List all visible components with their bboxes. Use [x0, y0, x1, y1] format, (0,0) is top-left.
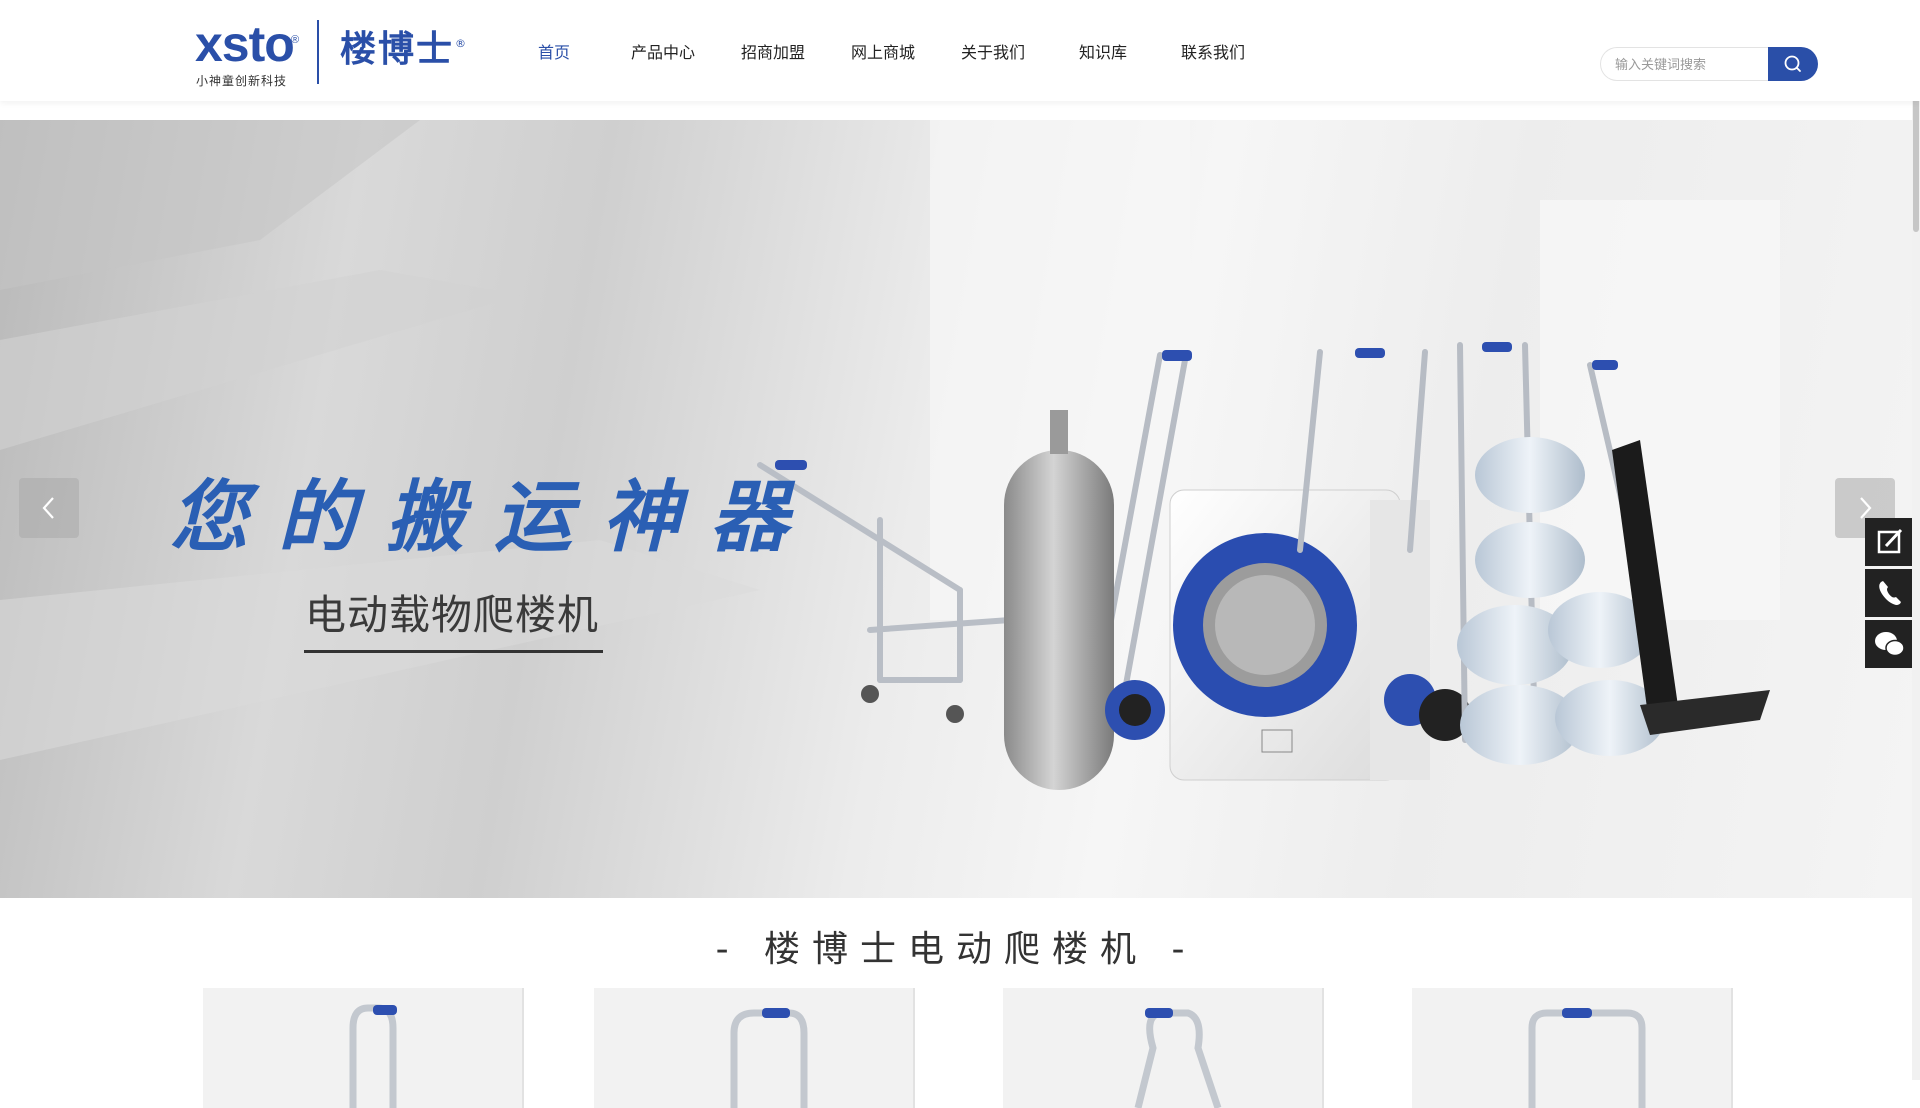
side-tool-phone[interactable]	[1865, 569, 1915, 617]
hero-banner: 您的搬运神器 电动载物爬楼机	[0, 120, 1912, 898]
phone-icon	[1879, 581, 1901, 605]
banner-subtitle: 电动载物爬楼机	[305, 591, 599, 639]
nav-item-franchise[interactable]: 招商加盟	[741, 39, 851, 63]
site-logo[interactable]: xsto ® 小神童创新科技 楼博士 ®	[195, 16, 469, 88]
search-box	[1600, 47, 1818, 81]
main-nav: 首页 产品中心 招商加盟 网上商城 关于我们 知识库 联系我们	[525, 0, 1245, 101]
logo-brand-en: xsto ®	[195, 16, 300, 72]
search-input[interactable]	[1600, 47, 1784, 81]
product-thumbnail	[1134, 1008, 1222, 1108]
chevron-left-icon	[42, 497, 54, 519]
product-thumbnail	[730, 1008, 808, 1108]
product-card[interactable]	[1003, 988, 1324, 1108]
product-card[interactable]	[203, 988, 524, 1108]
section-title: - 楼博士电动爬楼机 -	[715, 929, 1197, 970]
nav-item-contact[interactable]: 联系我们	[1181, 39, 1245, 63]
logo-brand-cn: 楼博士 ®	[340, 29, 469, 70]
product-thumbnail	[349, 1004, 397, 1108]
nav-item-knowledge[interactable]: 知识库	[1079, 39, 1181, 63]
side-tool-message[interactable]	[1865, 518, 1915, 566]
logo-divider	[317, 20, 319, 84]
product-card[interactable]	[594, 988, 915, 1108]
edit-icon	[1877, 528, 1903, 554]
search-button[interactable]	[1768, 47, 1818, 81]
banner-subtitle-underline	[304, 650, 603, 653]
nav-item-shop[interactable]: 网上商城	[851, 39, 961, 63]
nav-item-home[interactable]: 首页	[538, 39, 631, 63]
product-card[interactable]	[1412, 988, 1733, 1108]
site-header: xsto ® 小神童创新科技 楼博士 ® 首页 产品中心 招商加盟 网上商城 关于我…	[0, 0, 1920, 101]
banner-prev-button[interactable]	[19, 478, 79, 538]
search-icon	[1784, 55, 1801, 72]
nav-item-about[interactable]: 关于我们	[961, 39, 1079, 63]
nav-item-products[interactable]: 产品中心	[631, 39, 741, 63]
side-tool-wechat[interactable]	[1865, 620, 1915, 668]
banner-slogan: 您的搬运神器	[170, 472, 819, 563]
product-thumbnail	[1528, 1008, 1646, 1108]
logo-brand-sub: 小神童创新科技	[196, 74, 288, 88]
wechat-icon	[1875, 632, 1905, 657]
